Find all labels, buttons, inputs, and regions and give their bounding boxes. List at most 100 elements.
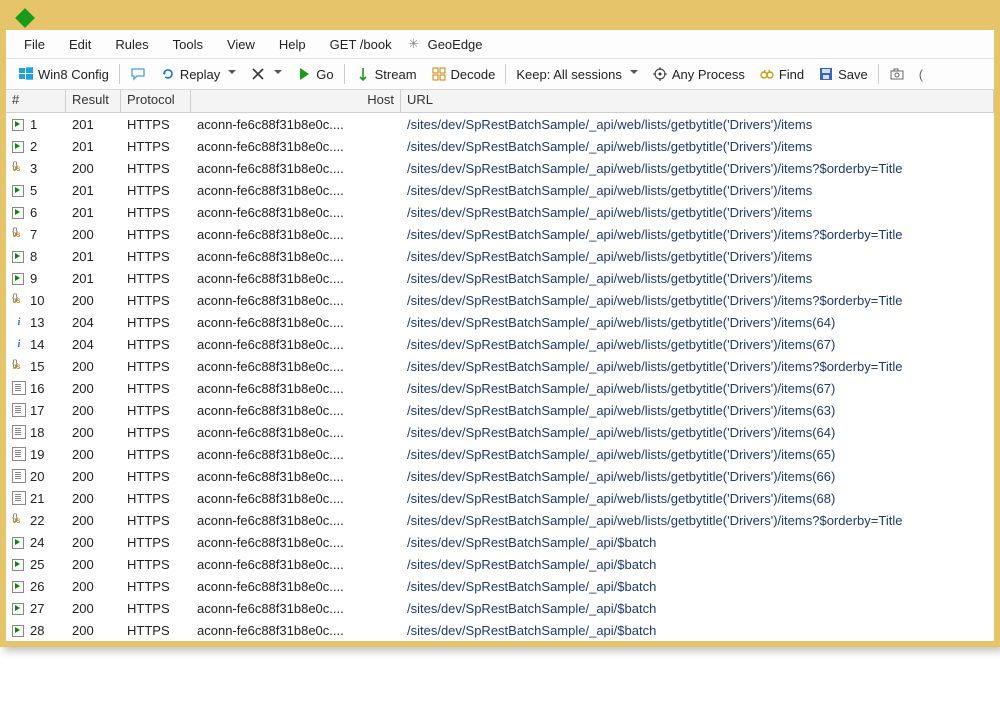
session-row[interactable]: 7200HTTPSaconn-fe6c88f31b8e0c..../sites/… [6,223,994,245]
replay-icon [160,66,176,82]
session-row[interactable]: i13204HTTPSaconn-fe6c88f31b8e0c..../site… [6,311,994,333]
more-button[interactable]: ( [913,65,929,84]
menu-tools[interactable]: Tools [163,35,213,54]
replay-button[interactable]: Replay [154,64,242,84]
session-row[interactable]: 28200HTTPSaconn-fe6c88f31b8e0c..../sites… [6,619,994,641]
save-button[interactable]: Save [812,64,874,84]
session-protocol: HTTPS [121,293,191,308]
session-list[interactable]: 1201HTTPSaconn-fe6c88f31b8e0c..../sites/… [6,113,994,641]
find-label: Find [779,67,804,82]
session-id: 22 [30,513,44,528]
session-row[interactable]: 16200HTTPSaconn-fe6c88f31b8e0c..../sites… [6,377,994,399]
session-row[interactable]: 1201HTTPSaconn-fe6c88f31b8e0c..../sites/… [6,113,994,135]
session-protocol: HTTPS [121,425,191,440]
session-id: 24 [30,535,44,550]
session-row[interactable]: 10200HTTPSaconn-fe6c88f31b8e0c..../sites… [6,289,994,311]
session-protocol: HTTPS [121,249,191,264]
menu-edit[interactable]: Edit [59,35,101,54]
json-icon [12,161,26,175]
session-row[interactable]: 26200HTTPSaconn-fe6c88f31b8e0c..../sites… [6,575,994,597]
column-protocol[interactable]: Protocol [121,90,191,112]
session-host: aconn-fe6c88f31b8e0c.... [191,491,401,506]
json-icon [12,293,26,307]
session-row[interactable]: 8201HTTPSaconn-fe6c88f31b8e0c..../sites/… [6,245,994,267]
session-result: 200 [66,381,121,396]
session-row[interactable]: 21200HTTPSaconn-fe6c88f31b8e0c..../sites… [6,487,994,509]
session-url: /sites/dev/SpRestBatchSample/_api/web/li… [401,315,994,330]
session-url: /sites/dev/SpRestBatchSample/_api/web/li… [401,513,994,528]
stream-label: Stream [375,67,417,82]
document-icon [12,403,26,417]
session-row[interactable]: 18200HTTPSaconn-fe6c88f31b8e0c..../sites… [6,421,994,443]
session-list-header: # Result Protocol Host URL [6,90,994,113]
stream-button[interactable]: Stream [349,64,423,84]
session-row[interactable]: 17200HTTPSaconn-fe6c88f31b8e0c..../sites… [6,399,994,421]
session-row[interactable]: 25200HTTPSaconn-fe6c88f31b8e0c..../sites… [6,553,994,575]
column-host[interactable]: Host [191,90,401,112]
session-row[interactable]: 2201HTTPSaconn-fe6c88f31b8e0c..../sites/… [6,135,994,157]
session-url: /sites/dev/SpRestBatchSample/_api/$batch [401,557,994,572]
decode-button[interactable]: Decode [425,64,502,84]
comment-button[interactable] [124,64,152,84]
document-icon [12,469,26,483]
session-result: 204 [66,315,121,330]
post-icon [12,271,26,285]
session-id-cell: 24 [6,535,66,550]
session-row[interactable]: 15200HTTPSaconn-fe6c88f31b8e0c..../sites… [6,355,994,377]
session-row[interactable]: 6201HTTPSaconn-fe6c88f31b8e0c..../sites/… [6,201,994,223]
screenshot-button[interactable] [883,64,911,84]
session-id-cell: 27 [6,601,66,616]
post-icon [12,535,26,549]
win8-config-button[interactable]: Win8 Config [12,64,115,84]
column-result[interactable]: Result [66,90,121,112]
session-result: 201 [66,205,121,220]
session-url: /sites/dev/SpRestBatchSample/_api/web/li… [401,447,994,462]
session-row[interactable]: i14204HTTPSaconn-fe6c88f31b8e0c..../site… [6,333,994,355]
session-id-cell: 5 [6,183,66,198]
x-icon [250,66,266,82]
session-row[interactable]: 9201HTTPSaconn-fe6c88f31b8e0c..../sites/… [6,267,994,289]
any-process-button[interactable]: Any Process [646,64,751,84]
camera-icon [889,66,905,82]
session-id: 17 [30,403,44,418]
session-id-cell: 22 [6,513,66,528]
column-number[interactable]: # [6,90,66,112]
column-url[interactable]: URL [401,90,994,112]
session-id: 16 [30,381,44,396]
session-url: /sites/dev/SpRestBatchSample/_api/web/li… [401,381,994,396]
keep-sessions-dropdown[interactable]: Keep: All sessions [510,65,644,84]
session-row[interactable]: 20200HTTPSaconn-fe6c88f31b8e0c..../sites… [6,465,994,487]
session-host: aconn-fe6c88f31b8e0c.... [191,249,401,264]
session-row[interactable]: 22200HTTPSaconn-fe6c88f31b8e0c..../sites… [6,509,994,531]
win8-config-label: Win8 Config [38,67,109,82]
session-row[interactable]: 5201HTTPSaconn-fe6c88f31b8e0c..../sites/… [6,179,994,201]
session-protocol: HTTPS [121,227,191,242]
session-id: 6 [30,205,37,220]
document-icon [12,491,26,505]
menu-view[interactable]: View [217,35,265,54]
session-id: 28 [30,623,44,638]
menu-get-book[interactable]: GET /book [320,35,402,54]
session-row[interactable]: 19200HTTPSaconn-fe6c88f31b8e0c..../sites… [6,443,994,465]
session-row[interactable]: 24200HTTPSaconn-fe6c88f31b8e0c..../sites… [6,531,994,553]
menu-help[interactable]: Help [269,35,316,54]
find-button[interactable]: Find [753,64,810,84]
session-id: 20 [30,469,44,484]
go-button[interactable]: Go [290,64,339,84]
menu-geoedge[interactable]: GeoEdge [426,35,493,54]
session-url: /sites/dev/SpRestBatchSample/_api/web/li… [401,227,994,242]
session-protocol: HTTPS [121,337,191,352]
session-protocol: HTTPS [121,359,191,374]
session-row[interactable]: 27200HTTPSaconn-fe6c88f31b8e0c..../sites… [6,597,994,619]
menu-file[interactable]: File [14,35,55,54]
info-icon: i [12,315,26,329]
session-host: aconn-fe6c88f31b8e0c.... [191,139,401,154]
menu-rules[interactable]: Rules [105,35,158,54]
remove-button[interactable] [244,64,288,84]
session-row[interactable]: 3200HTTPSaconn-fe6c88f31b8e0c..../sites/… [6,157,994,179]
json-icon [12,359,26,373]
session-host: aconn-fe6c88f31b8e0c.... [191,381,401,396]
session-id-cell: 10 [6,293,66,308]
session-url: /sites/dev/SpRestBatchSample/_api/web/li… [401,271,994,286]
titlebar[interactable] [6,6,994,30]
